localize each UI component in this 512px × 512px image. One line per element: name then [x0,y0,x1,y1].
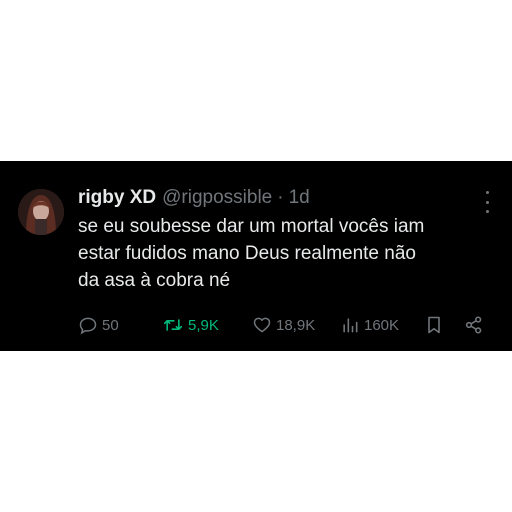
avatar[interactable] [18,189,64,235]
tweet-card[interactable]: rigby XD @rigpossible · 1d se eu soubess… [0,161,512,351]
reply-button[interactable]: 50 [78,314,119,336]
more-icon[interactable] [480,191,494,213]
views-icon [340,315,360,335]
reply-count: 50 [102,316,119,334]
reply-icon [78,315,98,335]
tweet-header: rigby XD @rigpossible · 1d [78,187,482,211]
tweet-text-line: estar fudidos mano Deus realmente não [78,243,416,264]
retweet-icon [162,315,184,335]
retweet-count: 5,9K [188,316,219,334]
tweet-text-line: se eu soubesse dar um mortal vocês iam [78,216,425,237]
tweet-text-line: da asa à cobra né [78,270,231,291]
heart-icon [252,315,272,335]
user-handle[interactable]: @rigpossible [162,187,272,209]
views-count: 160K [364,316,400,334]
share-icon [464,315,484,335]
page: rigby XD @rigpossible · 1d se eu soubess… [0,0,512,512]
share-button[interactable] [464,314,484,336]
tweet-text: se eu soubesse dar um mortal vocês iam e… [78,213,498,294]
retweet-button[interactable]: 5,9K [162,314,219,336]
views-button[interactable]: 160K [340,314,399,336]
separator-dot: · [277,187,284,208]
action-bar: 50 5,9K 18,9K 160K [78,314,498,336]
like-count: 18,9K [276,316,316,334]
timestamp[interactable]: 1d [289,187,310,209]
like-button[interactable]: 18,9K [252,314,315,336]
bookmark-icon [424,315,444,335]
display-name[interactable]: rigby XD [78,187,156,209]
bookmark-button[interactable] [424,314,444,336]
